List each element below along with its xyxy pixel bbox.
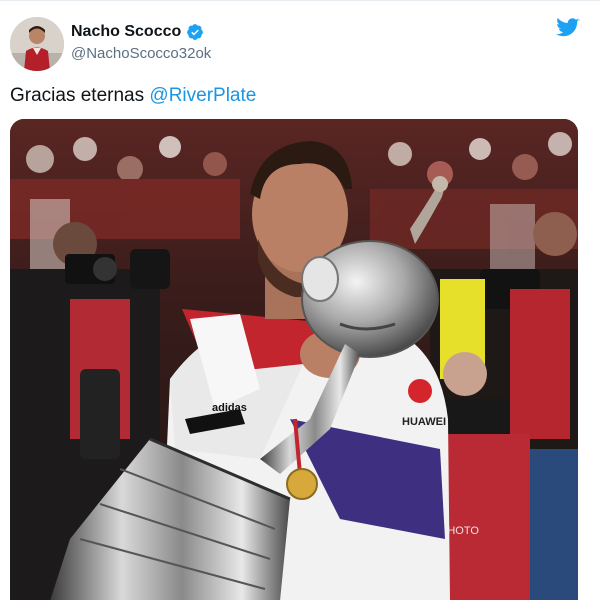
author-avatar[interactable] (10, 17, 64, 71)
mention-link[interactable]: @RiverPlate (149, 85, 256, 106)
author-display-name[interactable]: Nacho Scocco (71, 23, 181, 41)
author-handle[interactable]: @NachoScocco32ok (71, 45, 211, 62)
tweet-card: Nacho Scocco @NachoScocco32ok Gracias et… (0, 0, 600, 600)
tweet-media-photo[interactable]: PHOTO adidas HUAWEI (10, 119, 578, 600)
adidas-logo: adidas (212, 402, 247, 414)
verified-badge-icon (186, 23, 204, 41)
tweet-text: Gracias eternas @RiverPlate (10, 85, 256, 107)
huawei-logo: HUAWEI (402, 416, 446, 428)
tweet-text-body: Gracias eternas (10, 85, 150, 106)
author-name-row: Nacho Scocco (71, 23, 204, 41)
twitter-bird-icon[interactable] (556, 17, 580, 39)
trophy-celebration-photo: PHOTO adidas HUAWEI (10, 119, 578, 600)
avatar-image (10, 17, 64, 71)
